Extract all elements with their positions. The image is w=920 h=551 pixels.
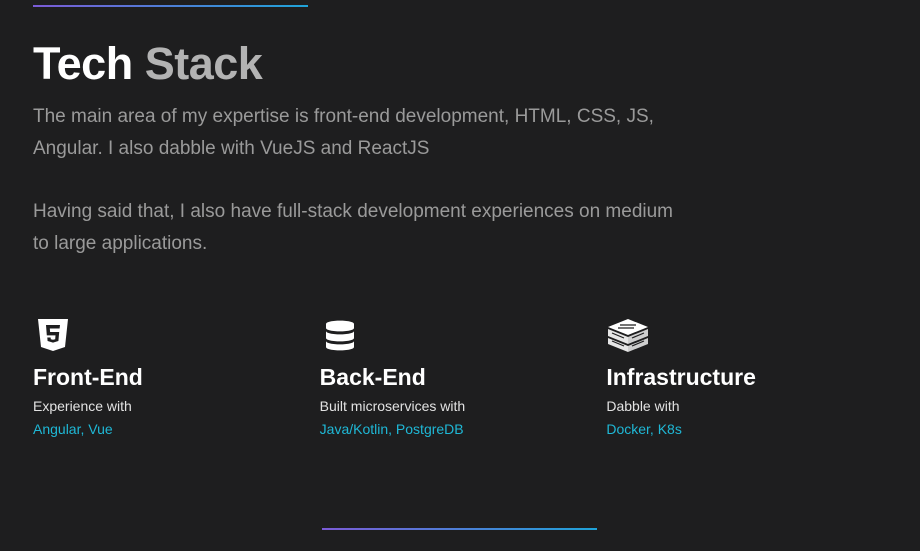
server-stack-icon xyxy=(608,319,649,352)
card-intro: Built microservices with xyxy=(319,398,466,414)
card-title: Back-End xyxy=(319,364,426,390)
card-intro: Experience with xyxy=(33,398,132,414)
html5-icon xyxy=(38,319,68,351)
card-back-end: Back-End Built microservices with Java/K… xyxy=(320,317,607,439)
card-title: Infrastructure xyxy=(606,364,756,390)
card-intro: Dabble with xyxy=(606,398,680,414)
card-tech-list: Docker, K8s xyxy=(606,421,682,437)
tech-stack-section: Tech Stack The main area of my expertise… xyxy=(33,36,893,259)
title-word-tech: Tech xyxy=(33,38,133,89)
database-icon xyxy=(325,320,354,351)
title-word-stack: Stack xyxy=(144,38,263,89)
fullstack-paragraph: Having said that, I also have full-stack… xyxy=(33,201,674,254)
card-tech-list: Angular, Vue xyxy=(33,421,113,437)
section-title: Tech Stack xyxy=(33,36,893,92)
tech-cards: Front-End Experience with Angular, Vue B… xyxy=(33,317,893,439)
card-infrastructure: Infrastructure Dabble with Docker, K8s xyxy=(606,317,893,439)
card-front-end: Front-End Experience with Angular, Vue xyxy=(33,317,320,439)
top-gradient-divider xyxy=(33,5,308,7)
card-tech-list: Java/Kotlin, PostgreDB xyxy=(319,421,464,437)
intro-paragraph: The main area of my expertise is front-e… xyxy=(33,106,654,159)
card-title: Front-End xyxy=(33,364,143,390)
bottom-gradient-divider xyxy=(322,528,597,530)
